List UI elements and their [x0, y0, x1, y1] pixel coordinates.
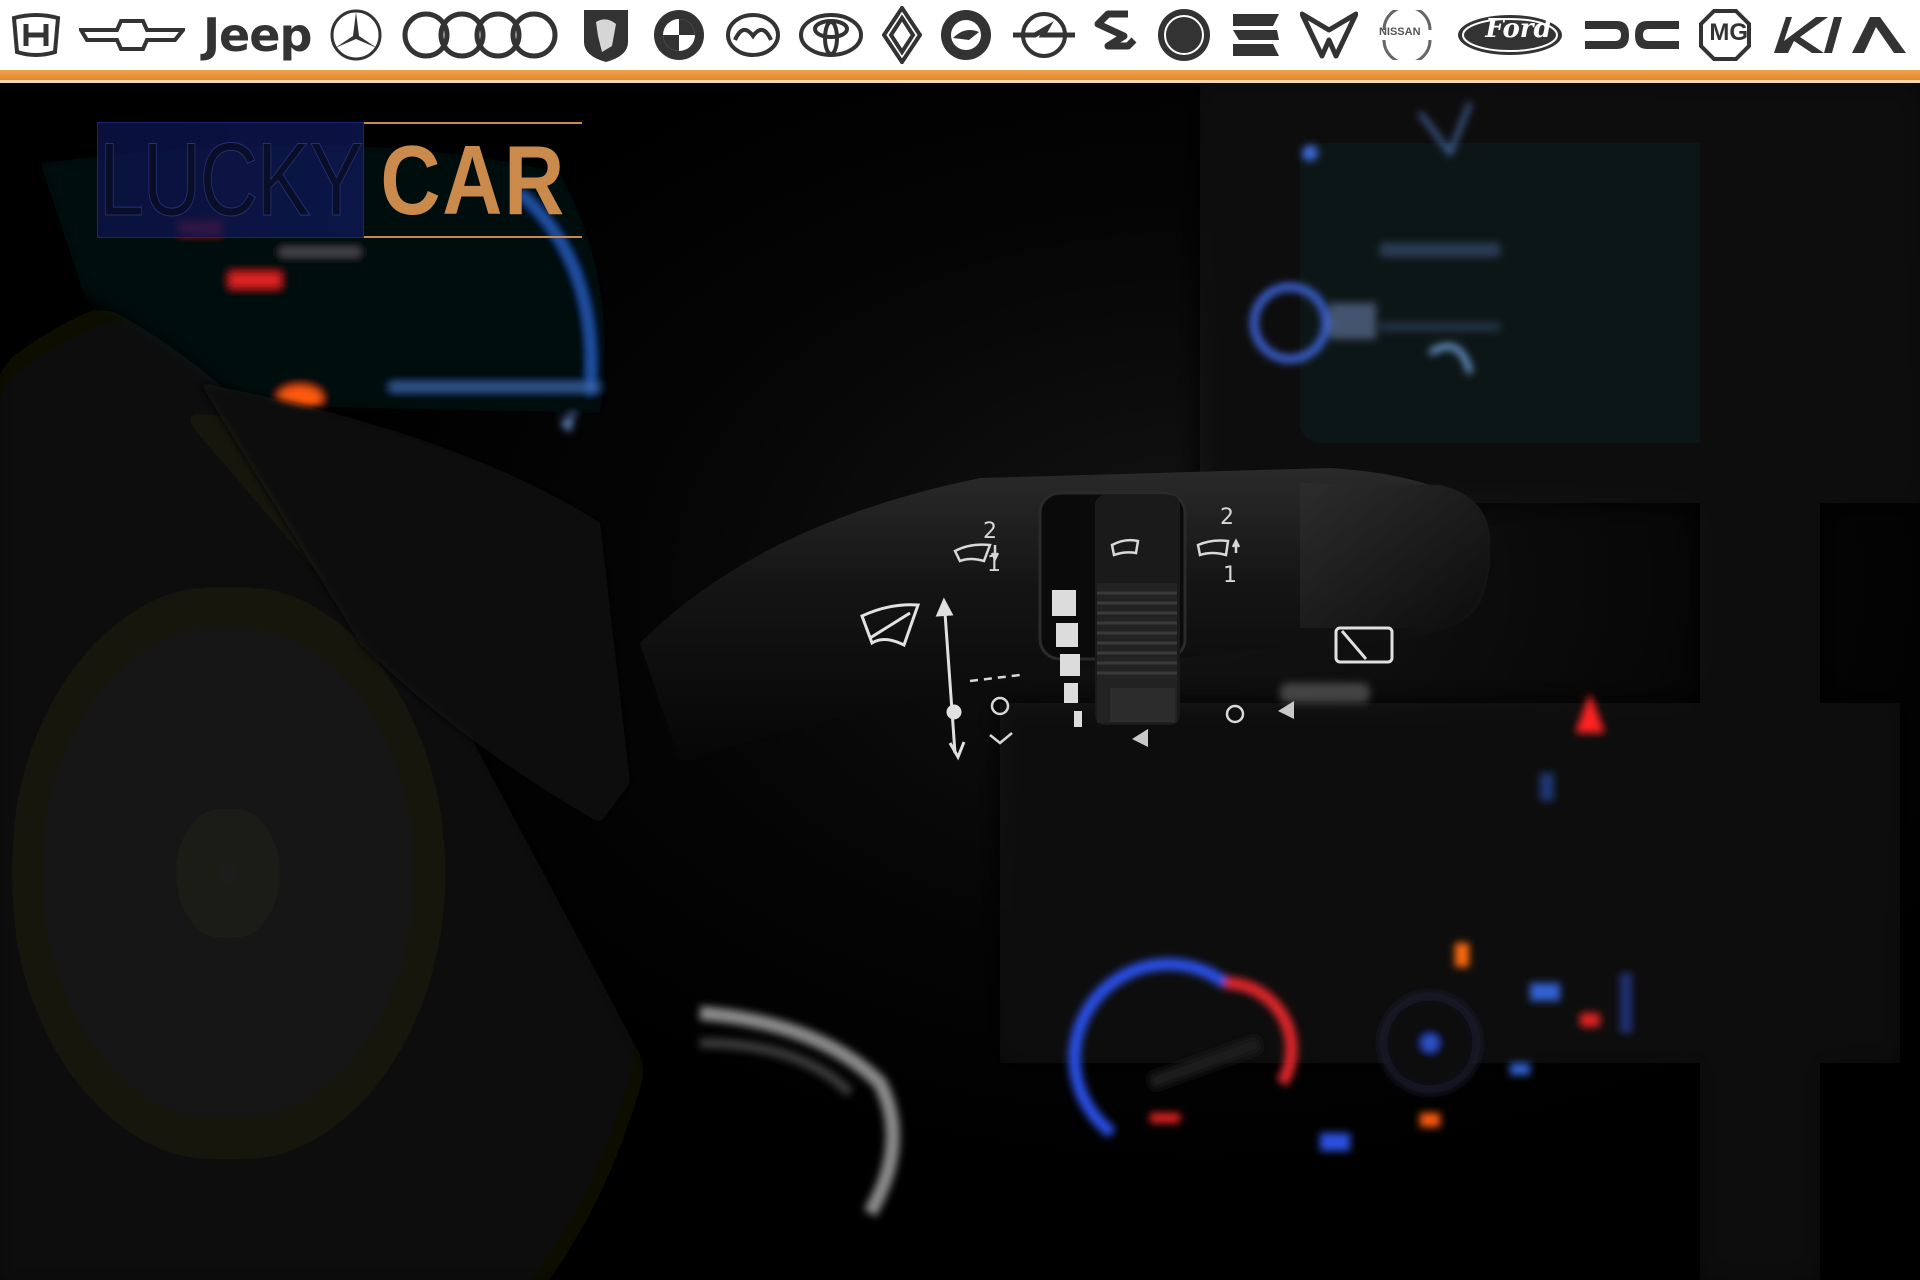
skoda-icon	[939, 6, 993, 64]
ford-icon: Ford	[1455, 6, 1565, 64]
mercedes-icon	[329, 6, 383, 64]
car-interior-photo: 2 1 2 1 LUCKY CAR	[0, 83, 1920, 1280]
mg-icon: MG	[1698, 6, 1752, 64]
watermark-lucky: LUCKY	[97, 122, 364, 238]
brand-logo-bar: Jeep FIAT NISSAN Ford MG	[0, 0, 1920, 70]
seat-icon	[1229, 6, 1283, 64]
opel-icon	[1011, 6, 1077, 64]
peugeot-icon	[578, 6, 634, 64]
fiat-icon: FIAT	[1127, 6, 1212, 64]
interior-scene	[0, 83, 1920, 1280]
lucky-car-watermark: LUCKY CAR	[97, 122, 583, 240]
kia-icon	[1770, 6, 1910, 64]
watermark-car: CAR	[364, 122, 583, 238]
rear-speed-1-label: 1	[1223, 563, 1237, 588]
cupra-icon	[1300, 6, 1359, 64]
intermittent-thumbwheel	[1097, 583, 1177, 723]
mazda-icon	[725, 6, 781, 64]
jeep-icon: Jeep	[202, 8, 312, 62]
honda-icon	[10, 6, 62, 64]
nissan-icon: NISSAN	[1376, 6, 1438, 64]
bmw-icon	[651, 6, 707, 64]
renault-icon	[881, 6, 922, 64]
front-speed-2-label: 2	[983, 519, 997, 544]
watermark-lucky-text: LUCKY	[99, 122, 364, 238]
ds-icon	[1583, 6, 1681, 64]
chevrolet-icon	[79, 6, 186, 64]
audi-icon	[400, 6, 560, 64]
toyota-icon	[798, 6, 864, 64]
front-speed-1-label: 1	[987, 552, 1001, 577]
stalk-end-cap	[1300, 483, 1491, 628]
orange-divider	[0, 70, 1920, 83]
rear-speed-2-label: 2	[1220, 505, 1234, 530]
watermark-car-text: CAR	[380, 124, 566, 235]
